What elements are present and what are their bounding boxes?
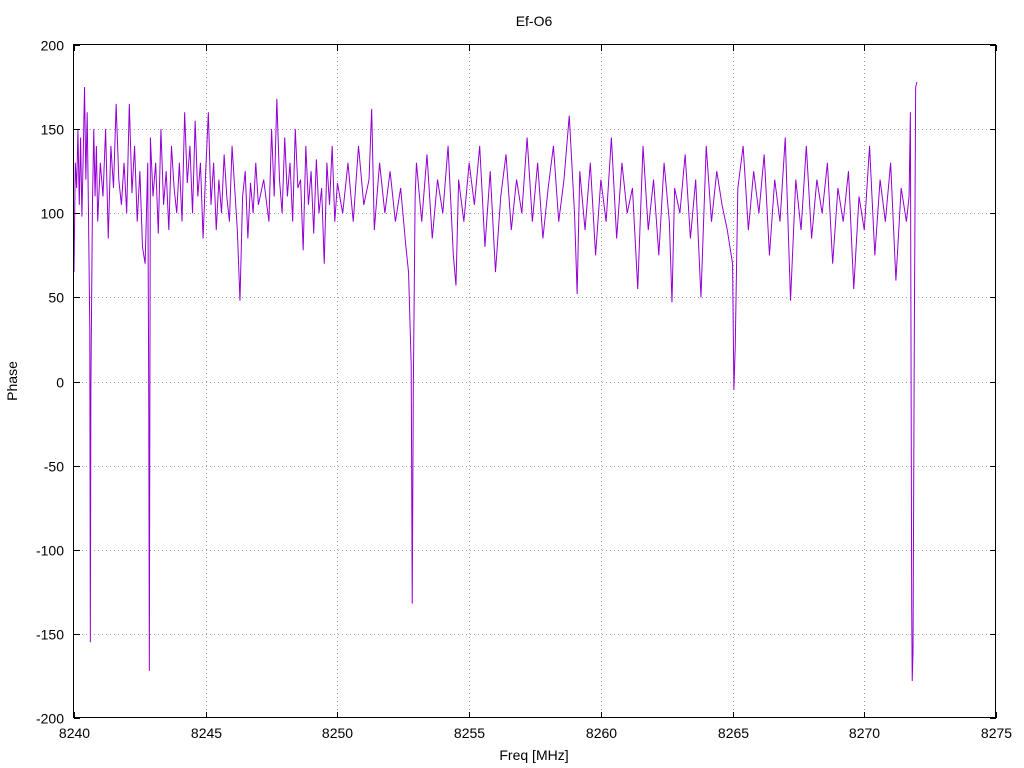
x-tick-label: 8270 [849,725,880,741]
series-group [73,81,918,682]
y-tick-label: 150 [41,122,65,138]
phase-series-line [73,81,918,682]
y-tick-label: 50 [48,290,64,306]
y-tick-label: -150 [36,627,64,643]
y-tick-label: -200 [36,711,64,727]
y-tick-label: 200 [41,38,65,54]
x-tick-label: 8250 [322,725,353,741]
chart-title: Ef-O6 [516,13,553,29]
y-tick-label: -100 [36,543,64,559]
x-tick-label: 8240 [59,725,90,741]
x-tick-label: 8255 [454,725,485,741]
x-tick-label: 8265 [718,725,749,741]
y-tick-labels: -200 -150 -100 -50 0 50 100 150 200 [36,38,64,727]
y-tick-label: -50 [44,459,64,475]
y-tick-label: 0 [56,375,64,391]
y-tick-label: 100 [41,206,65,222]
ticks [74,45,997,719]
x-tick-labels: 8240 8245 8250 8255 8260 8265 8270 8275 [59,725,1012,741]
phase-chart: Ef-O6 8240 8245 8250 8255 8260 8265 8270 8275 -… [4,13,1012,763]
grid [74,45,996,718]
plot-frame [73,44,996,718]
x-tick-label: 8260 [586,725,617,741]
x-axis-label: Freq [MHz] [499,747,568,763]
y-axis-label: Phase [4,361,20,401]
x-tick-label: 8275 [981,725,1012,741]
x-tick-label: 8245 [191,725,222,741]
